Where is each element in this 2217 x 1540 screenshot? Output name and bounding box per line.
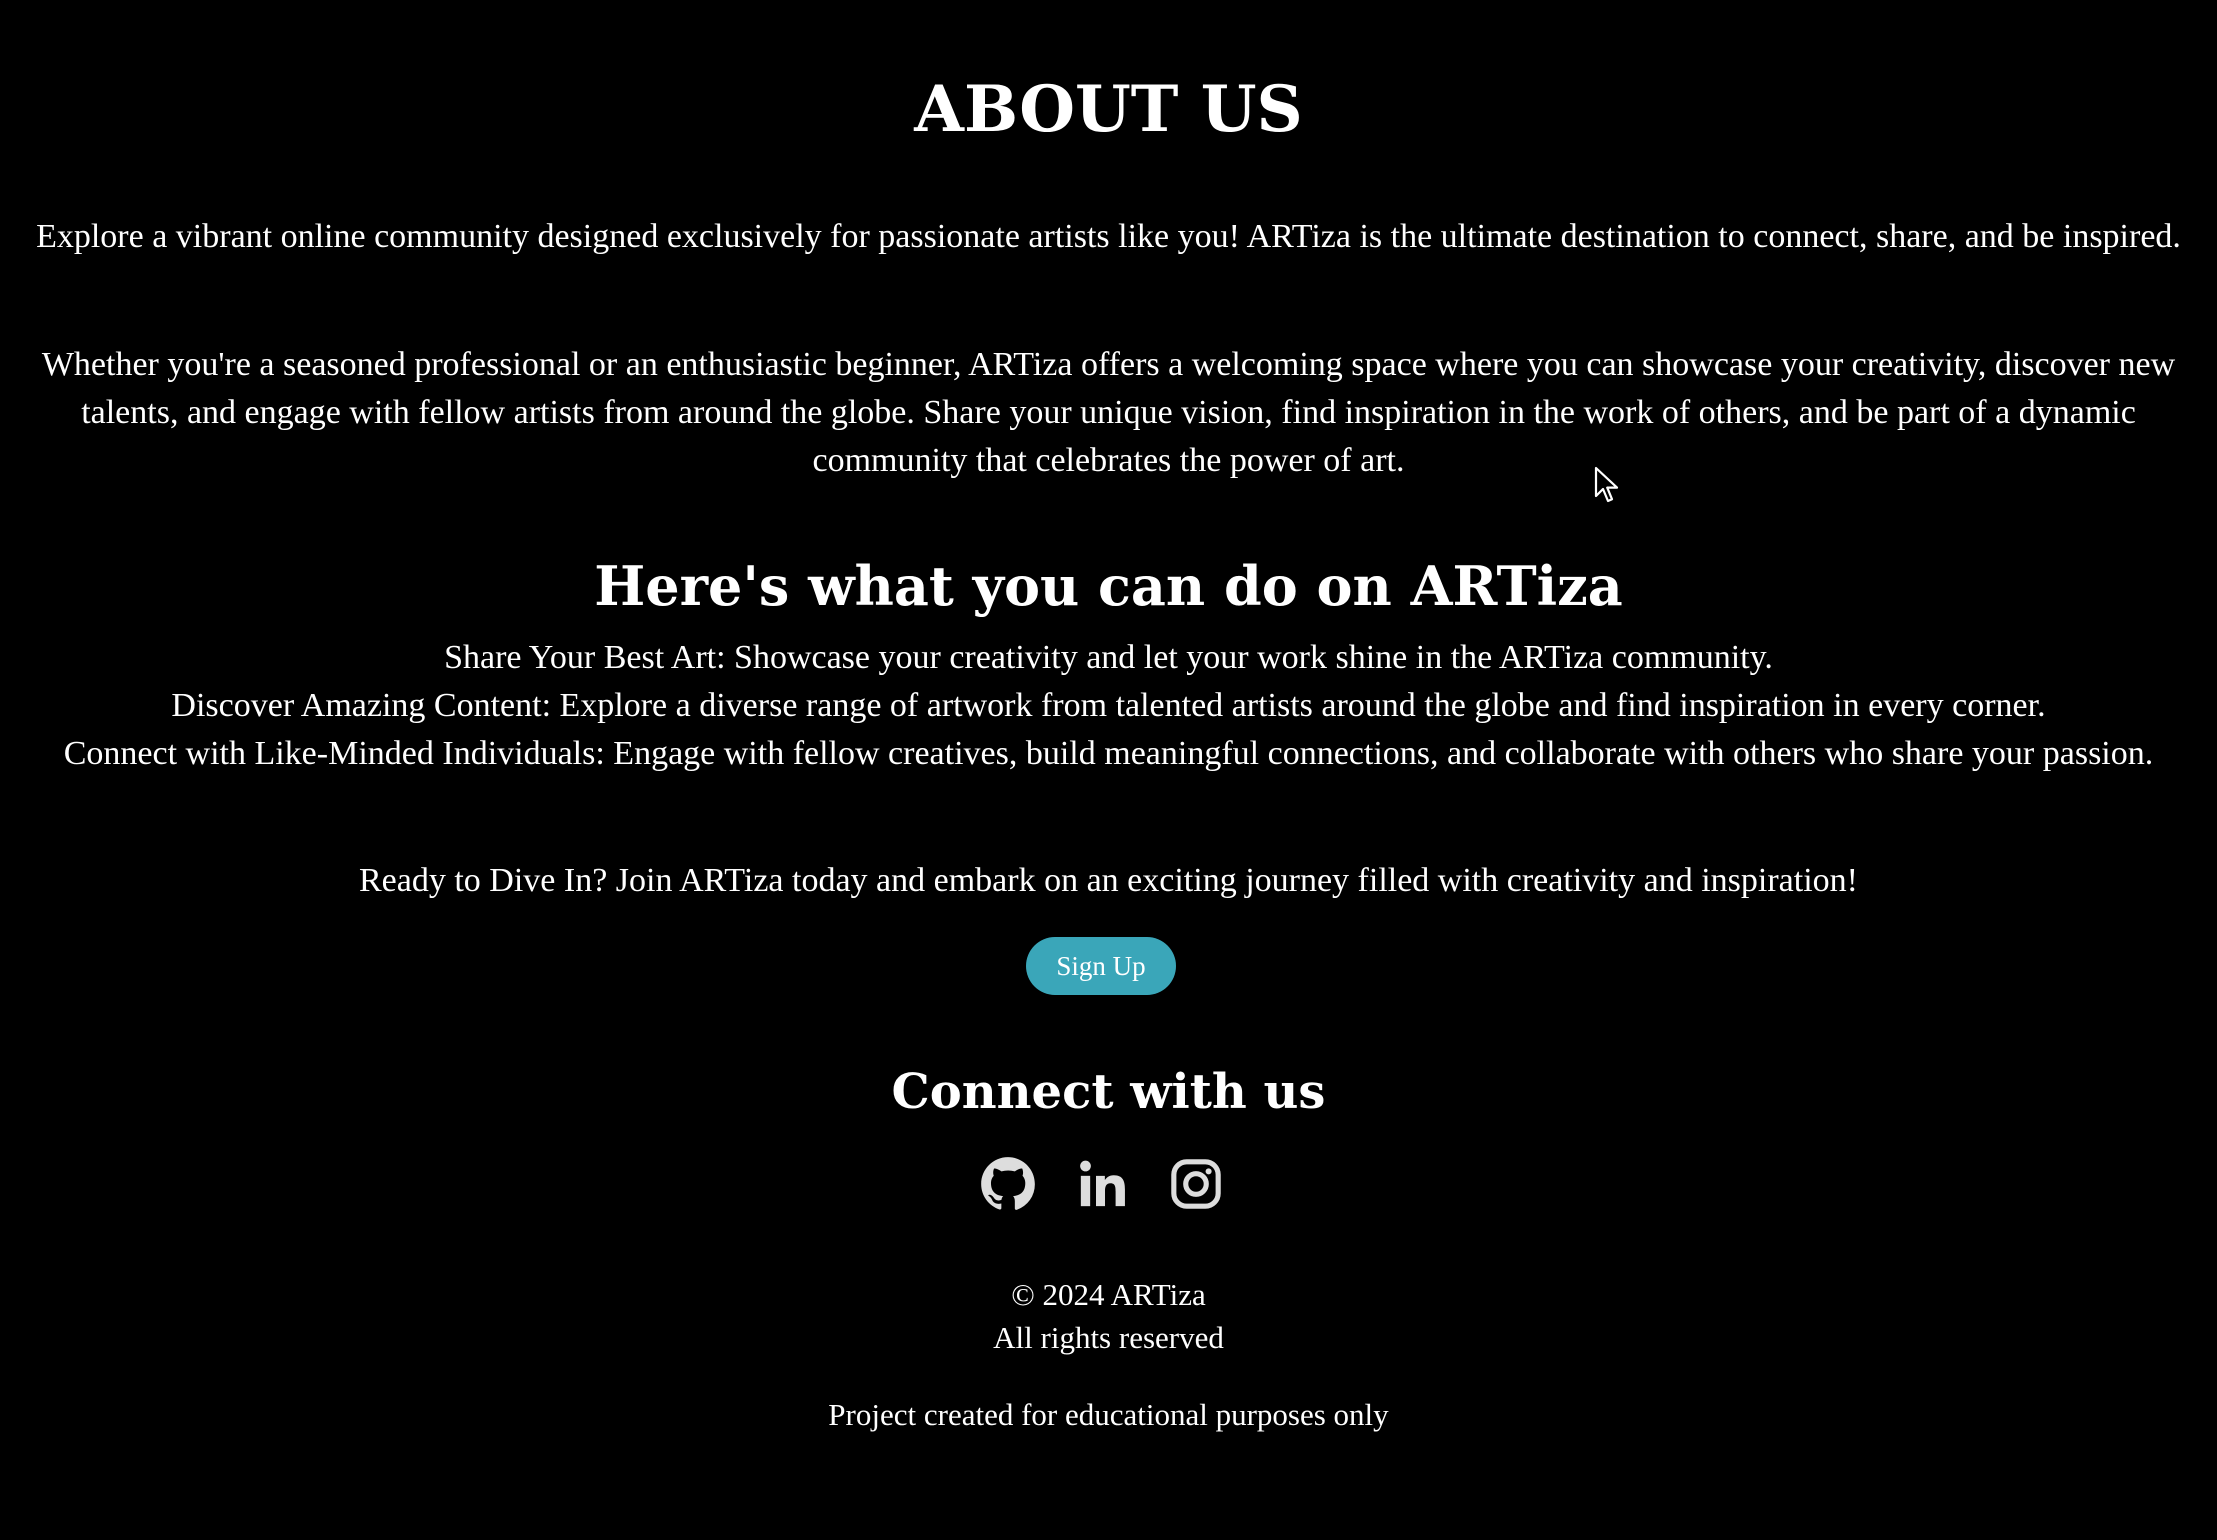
connect-title: Connect with us xyxy=(891,1064,1326,1120)
social-links xyxy=(0,1156,2217,1212)
cta-text: Ready to Dive In? Join ARTiza today and … xyxy=(359,862,1858,899)
about-page: ABOUT US Explore a vibrant online commun… xyxy=(0,0,2217,1540)
copyright-text: © 2024 ARTiza xyxy=(1011,1277,1206,1312)
page-title: ABOUT US xyxy=(914,72,1303,147)
feature-item-share: Share Your Best Art: Showcase your creat… xyxy=(444,639,1773,676)
instagram-icon xyxy=(1171,1159,1221,1209)
intro-paragraph: Explore a vibrant online community desig… xyxy=(36,218,2181,255)
rights-text: All rights reserved xyxy=(993,1320,1224,1355)
github-link[interactable] xyxy=(980,1156,1036,1212)
mouse-cursor-icon xyxy=(1594,466,1619,503)
linkedin-link[interactable] xyxy=(1075,1156,1131,1212)
description-paragraph: Whether you're a seasoned professional o… xyxy=(41,346,2176,479)
instagram-link[interactable] xyxy=(1168,1156,1224,1212)
signup-button[interactable]: Sign Up xyxy=(1026,937,1176,995)
features-title: Here's what you can do on ARTiza xyxy=(594,554,1623,618)
feature-item-discover: Discover Amazing Content: Explore a dive… xyxy=(171,687,2046,724)
features-list: Share Your Best Art: Showcase your creat… xyxy=(0,634,2217,778)
linkedin-icon xyxy=(1080,1160,1125,1207)
feature-item-connect: Connect with Like-Minded Individuals: En… xyxy=(63,735,2154,772)
github-icon xyxy=(981,1157,1035,1210)
educational-note: Project created for educational purposes… xyxy=(828,1397,1389,1432)
